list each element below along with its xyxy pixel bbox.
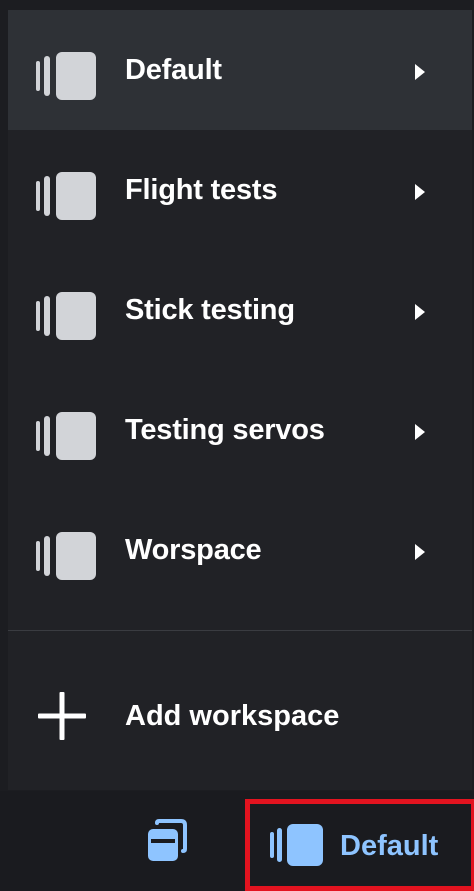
menu-divider bbox=[8, 630, 472, 631]
workspace-item-label: Stick testing bbox=[125, 294, 295, 326]
workspace-menu: Default Flight tests Stick testing Testi… bbox=[8, 10, 472, 790]
workspace-icon bbox=[36, 412, 96, 460]
workspace-icon bbox=[36, 292, 96, 340]
workspace-item-label: Worspace bbox=[125, 534, 262, 566]
add-workspace-label: Add workspace bbox=[125, 700, 340, 732]
workspace-item-label: Default bbox=[125, 54, 222, 86]
workspace-item-stick-testing[interactable]: Stick testing bbox=[8, 250, 472, 370]
chevron-right-icon bbox=[415, 64, 425, 80]
current-workspace-label: Default bbox=[340, 830, 439, 862]
workspace-icon bbox=[36, 52, 96, 100]
workspace-item-default[interactable]: Default bbox=[8, 10, 472, 130]
chevron-right-icon bbox=[415, 184, 425, 200]
windows-icon[interactable] bbox=[148, 819, 188, 863]
workspace-item-flight-tests[interactable]: Flight tests bbox=[8, 130, 472, 250]
chevron-right-icon bbox=[415, 304, 425, 320]
workspace-icon bbox=[36, 532, 96, 580]
plus-icon bbox=[38, 692, 86, 740]
add-workspace-button[interactable]: Add workspace bbox=[8, 651, 472, 781]
workspace-item-worspace[interactable]: Worspace bbox=[8, 490, 472, 610]
current-workspace-button[interactable]: Default bbox=[245, 799, 474, 891]
workspace-icon bbox=[36, 172, 96, 220]
workspace-item-label: Testing servos bbox=[125, 414, 325, 446]
workspace-item-label: Flight tests bbox=[125, 174, 278, 206]
chevron-right-icon bbox=[415, 544, 425, 560]
chevron-right-icon bbox=[415, 424, 425, 440]
workspace-icon bbox=[270, 824, 323, 866]
workspace-item-testing-servos[interactable]: Testing servos bbox=[8, 370, 472, 490]
